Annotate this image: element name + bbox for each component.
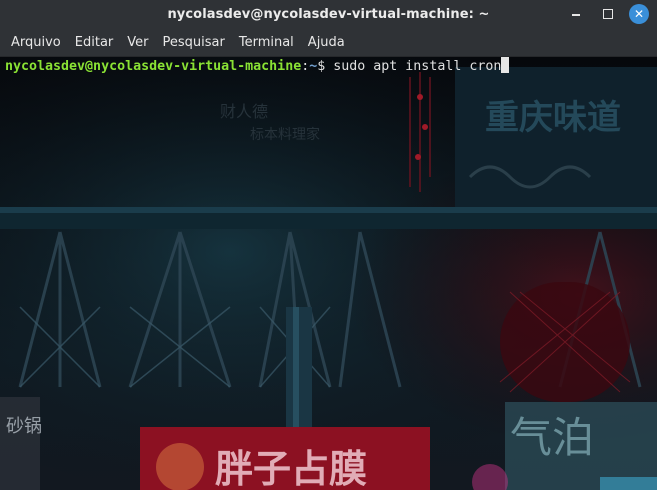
text-cursor <box>501 57 510 73</box>
maximize-button[interactable] <box>597 3 619 25</box>
prompt-line[interactable]: nycolasdev@nycolasdev-virtual-machine:~$… <box>5 57 510 76</box>
window-title: nycolasdev@nycolasdev-virtual-machine: ~ <box>167 6 490 22</box>
menu-bar: Arquivo Editar Ver Pesquisar Terminal Aj… <box>0 28 657 57</box>
menu-terminal[interactable]: Terminal <box>232 31 301 54</box>
prompt-symbol: $ <box>317 59 334 74</box>
menu-editar[interactable]: Editar <box>68 31 121 54</box>
svg-text:胖子占膜: 胖子占膜 <box>215 447 367 490</box>
menu-arquivo[interactable]: Arquivo <box>4 31 68 54</box>
window-controls: ✕ <box>565 3 649 25</box>
minimize-button[interactable] <box>565 3 587 25</box>
title-bar[interactable]: nycolasdev@nycolasdev-virtual-machine: ~… <box>0 0 657 28</box>
svg-text:重庆味道: 重庆味道 <box>485 98 621 138</box>
svg-text:气泊: 气泊 <box>510 413 594 462</box>
terminal-background-image: 重庆味道 财人德 标本料理家 胖子占膜 气泊 砂锅 <box>0 57 657 490</box>
terminal-window: nycolasdev@nycolasdev-virtual-machine: ~… <box>0 0 657 490</box>
maximize-icon <box>603 9 613 19</box>
terminal-area[interactable]: 重庆味道 财人德 标本料理家 胖子占膜 气泊 砂锅 nycolasdev@nyc… <box>0 57 657 490</box>
prompt-user-host: nycolasdev@nycolasdev-virtual-machine <box>5 59 302 74</box>
command-text: sudo apt install cron <box>333 59 502 74</box>
svg-text:财人德: 财人德 <box>220 102 268 121</box>
minimize-icon <box>572 14 580 16</box>
close-icon: ✕ <box>633 7 645 21</box>
svg-text:标本料理家: 标本料理家 <box>250 126 320 143</box>
close-button[interactable]: ✕ <box>629 4 649 24</box>
menu-ajuda[interactable]: Ajuda <box>301 31 352 54</box>
menu-ver[interactable]: Ver <box>120 31 155 54</box>
svg-text:砂锅: 砂锅 <box>6 416 42 437</box>
menu-pesquisar[interactable]: Pesquisar <box>156 31 232 54</box>
